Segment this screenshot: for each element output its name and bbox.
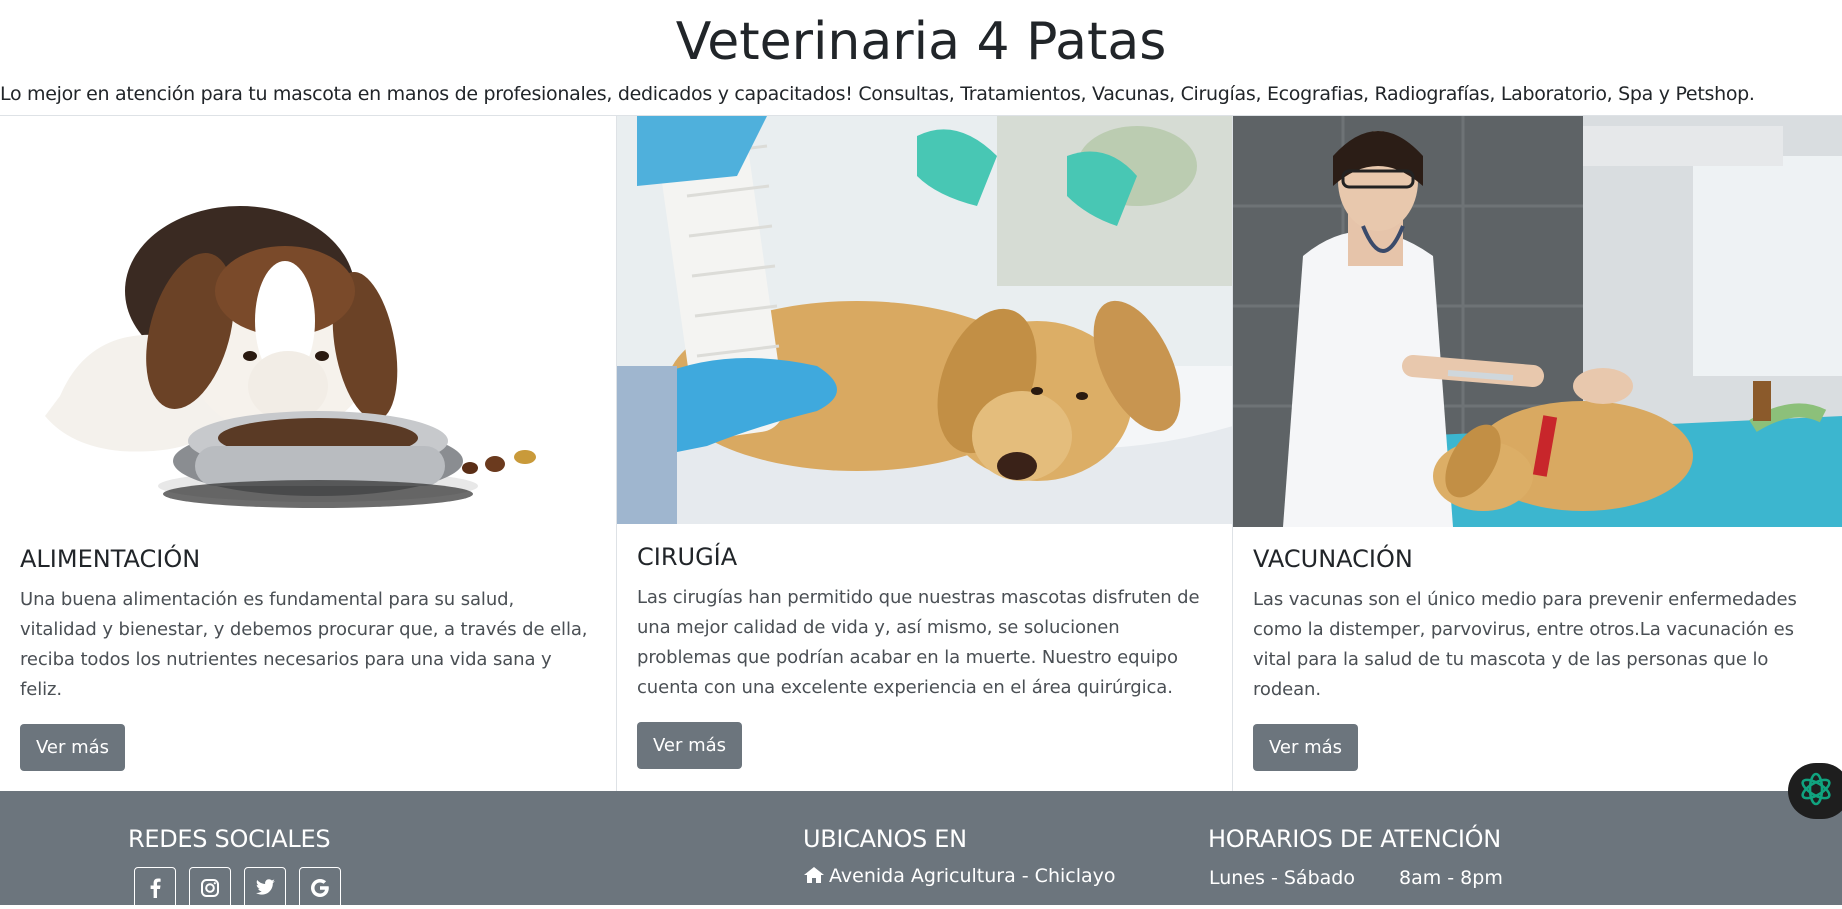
location-title: UBICANOS EN <box>803 825 967 853</box>
card-cirugia: CIRUGÍA Las cirugías han permitido que n… <box>616 116 1233 792</box>
ver-mas-button[interactable]: Ver más <box>637 722 743 769</box>
card-text: Las cirugías han permitido que nuestras … <box>637 587 1200 698</box>
card-title: CIRUGÍA <box>637 543 738 571</box>
services-cards: ALIMENTACIÓN Una buena alimentación es f… <box>0 115 1842 792</box>
address-line: Avenida Agricultura - Chiclayo <box>803 864 1116 890</box>
card-text: Una buena alimentación es fundamental pa… <box>20 589 588 700</box>
puppy-eating-photo <box>0 116 616 526</box>
assistant-floating-button[interactable] <box>1788 763 1842 819</box>
site-title: Veterinaria 4 Patas <box>675 12 1167 72</box>
card-body: CIRUGÍA Las cirugías han permitido que n… <box>637 542 1212 769</box>
openai-logo-icon <box>1796 769 1836 813</box>
hours-days: Lunes - Sábado <box>1209 867 1355 889</box>
hours-line: Lunes - Sábado 8am - 8pm <box>1209 866 1503 890</box>
social-title: REDES SOCIALES <box>128 825 331 853</box>
twitter-icon[interactable] <box>244 867 286 909</box>
dog-surgery-photo <box>617 116 1233 524</box>
card-text: Las vacunas son el único medio para prev… <box>1253 589 1797 700</box>
ver-mas-button[interactable]: Ver más <box>1253 724 1359 771</box>
card-body: ALIMENTACIÓN Una buena alimentación es f… <box>20 544 596 771</box>
home-icon <box>803 866 825 890</box>
card-vacunacion: VACUNACIÓN Las vacunas son el único medi… <box>1232 116 1842 792</box>
hours-time: 8am - 8pm <box>1399 867 1503 889</box>
address-text: Avenida Agricultura - Chiclayo <box>829 865 1116 887</box>
ver-mas-button[interactable]: Ver más <box>20 724 126 771</box>
hours-title: HORARIOS DE ATENCIÓN <box>1208 825 1501 853</box>
footer: REDES SOCIALES UBICANOS EN Avenida Agric… <box>0 791 1842 909</box>
card-title: VACUNACIÓN <box>1253 545 1413 573</box>
social-links <box>134 867 341 909</box>
tagline: Lo mejor en atención para tu mascota en … <box>0 83 1755 105</box>
card-alimentacion: ALIMENTACIÓN Una buena alimentación es f… <box>0 116 616 792</box>
dog-vaccination-photo <box>1233 116 1842 527</box>
card-body: VACUNACIÓN Las vacunas son el único medi… <box>1253 544 1822 771</box>
instagram-icon[interactable] <box>189 867 231 909</box>
facebook-icon[interactable] <box>134 867 176 909</box>
card-title: ALIMENTACIÓN <box>20 545 201 573</box>
google-icon[interactable] <box>299 867 341 909</box>
